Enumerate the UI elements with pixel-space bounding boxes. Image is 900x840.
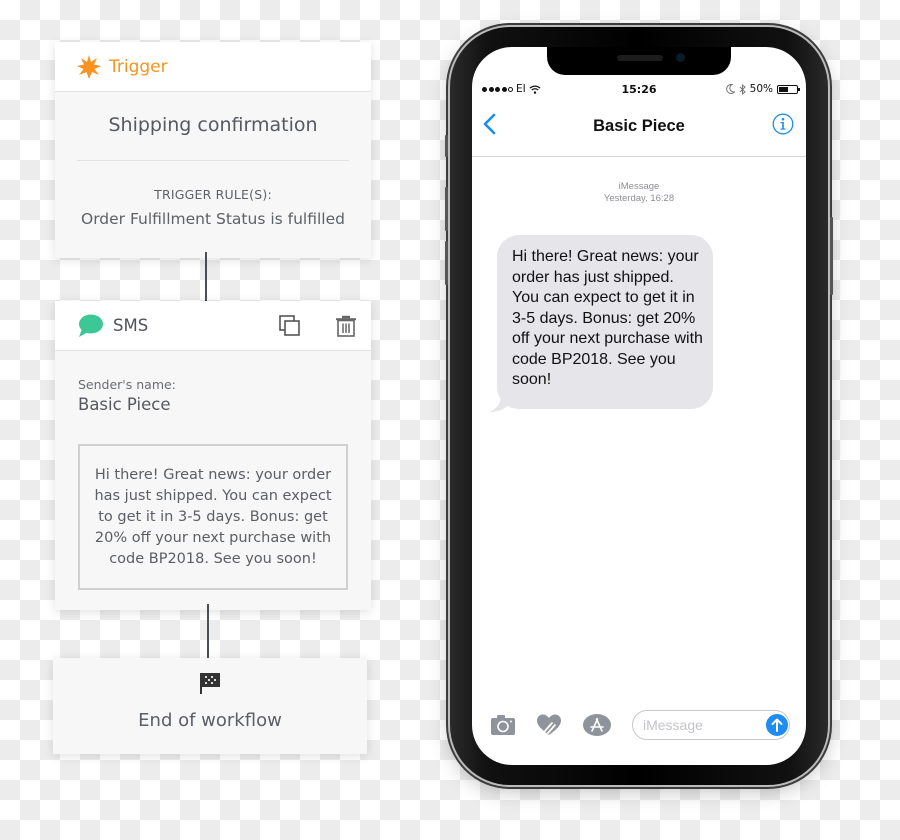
info-icon[interactable] bbox=[772, 113, 794, 135]
power-button bbox=[830, 217, 833, 295]
do-not-disturb-moon-icon bbox=[725, 84, 735, 94]
phone-screen: EI 15:26 50% Basic Piece iMessage Yester… bbox=[472, 47, 806, 765]
starburst-icon bbox=[77, 54, 101, 79]
status-bar: EI 15:26 50% bbox=[472, 83, 806, 97]
digital-touch-heart-icon[interactable] bbox=[536, 713, 562, 737]
notch bbox=[547, 47, 731, 75]
message-timestamp: Yesterday, 16:28 bbox=[603, 193, 675, 204]
sms-card-header: SMS bbox=[55, 301, 371, 351]
sms-message-box[interactable]: Hi there! Great news: your order has jus… bbox=[78, 444, 348, 590]
bluetooth-icon bbox=[739, 83, 746, 95]
duplicate-icon[interactable] bbox=[279, 315, 301, 337]
front-camera bbox=[676, 53, 685, 62]
sms-title: SMS bbox=[113, 316, 149, 335]
sender-name-label: Sender's name: bbox=[78, 377, 176, 392]
trigger-name: Shipping confirmation bbox=[108, 114, 318, 136]
divider bbox=[77, 160, 349, 161]
battery-icon bbox=[777, 84, 800, 94]
flow-arrow bbox=[207, 604, 209, 666]
contact-name-title[interactable]: Basic Piece bbox=[472, 117, 806, 136]
trigger-title: Trigger bbox=[109, 56, 168, 77]
arrow-up-icon bbox=[771, 718, 783, 732]
checkered-flag-icon bbox=[200, 673, 220, 694]
camera-icon[interactable] bbox=[490, 713, 516, 737]
trigger-rule-label: TRIGGER RULE(S): bbox=[154, 187, 272, 202]
compose-bar bbox=[472, 705, 806, 745]
volume-up-button bbox=[445, 187, 448, 231]
incoming-message-bubble[interactable]: Hi there! Great news: your order has jus… bbox=[497, 235, 713, 409]
end-of-workflow-label: End of workflow bbox=[138, 710, 282, 731]
trigger-rule-value: Order Fulfillment Status is fulfilled bbox=[81, 210, 345, 228]
volume-down-button bbox=[445, 241, 448, 285]
mute-switch bbox=[445, 135, 448, 157]
send-button[interactable] bbox=[766, 714, 788, 736]
app-store-icon[interactable] bbox=[582, 713, 612, 737]
speech-bubble-icon bbox=[79, 314, 103, 337]
message-service-label: iMessage bbox=[618, 181, 660, 192]
end-of-workflow-card: End of workflow bbox=[53, 658, 367, 754]
trash-icon[interactable] bbox=[335, 315, 357, 337]
conversation-nav-bar: Basic Piece bbox=[472, 103, 806, 157]
sms-card[interactable]: SMS Sender's name: Basic Piece Hi there!… bbox=[55, 301, 371, 610]
message-metadata: iMessage Yesterday, 16:28 bbox=[472, 181, 806, 205]
battery-percent: 50% bbox=[749, 83, 773, 95]
trigger-card[interactable]: Trigger Shipping confirmation TRIGGER RU… bbox=[55, 42, 371, 258]
speaker-grille bbox=[617, 55, 663, 61]
phone-mockup: EI 15:26 50% Basic Piece iMessage Yester… bbox=[445, 27, 833, 785]
trigger-card-header: Trigger bbox=[55, 42, 371, 92]
sender-name-value[interactable]: Basic Piece bbox=[78, 395, 371, 414]
